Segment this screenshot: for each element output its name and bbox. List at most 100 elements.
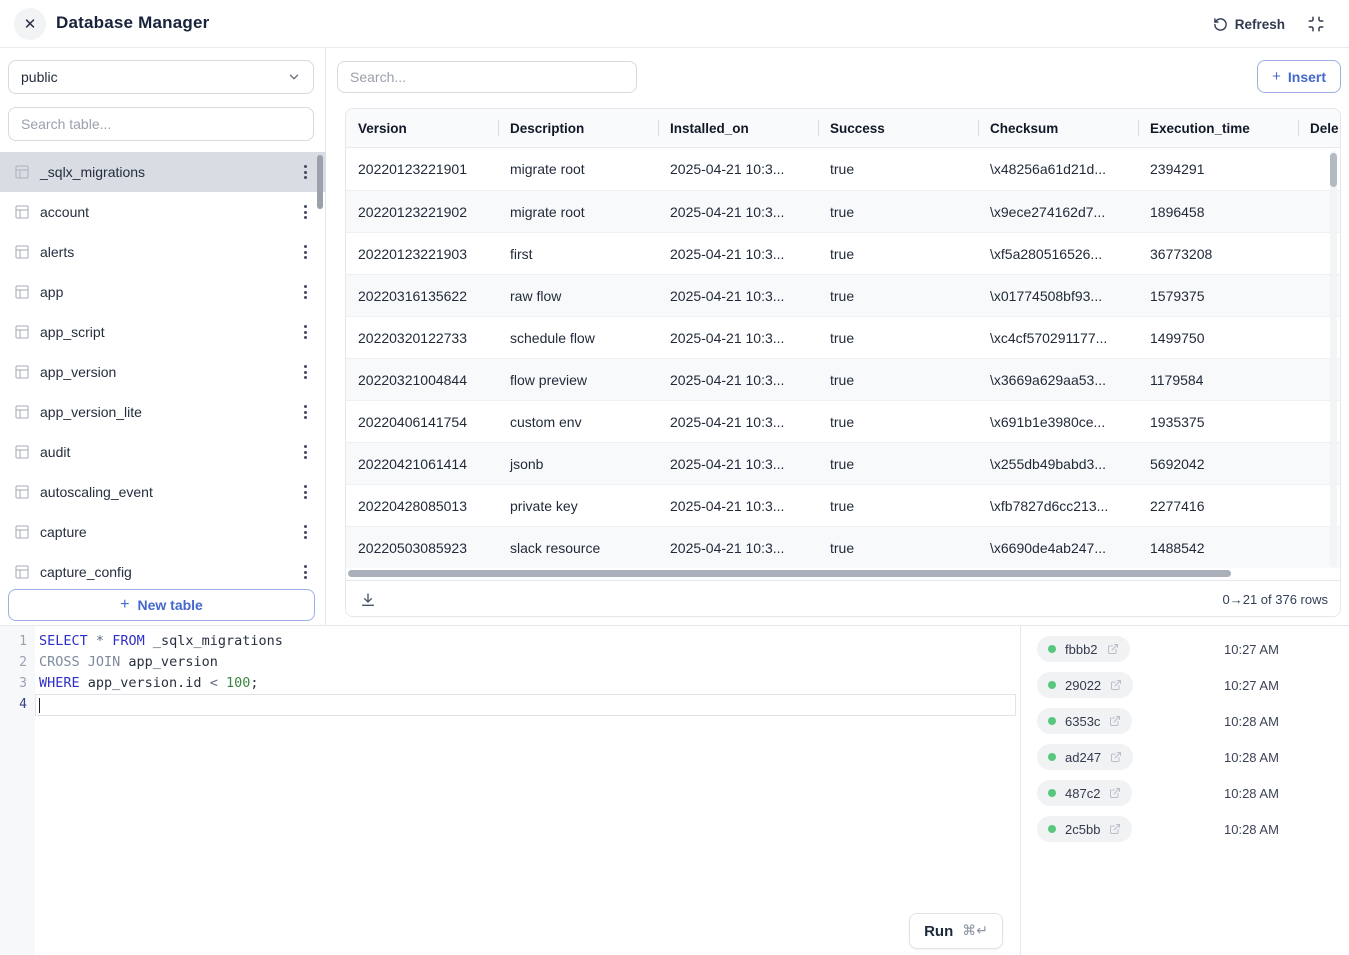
close-button[interactable]: ✕ [14,8,46,40]
sidebar-item-app_script[interactable]: app_script [0,312,326,352]
table-options-button[interactable] [294,521,316,543]
cell[interactable]: migrate root [498,148,658,190]
table-row[interactable]: 20220123221902migrate root2025-04-21 10:… [346,190,1341,232]
collapse-button[interactable] [1307,14,1327,34]
horizontal-scrollbar[interactable] [348,570,1340,577]
code-line-1[interactable]: SELECT * FROM _sqlx_migrations [35,631,1016,652]
cell[interactable]: custom env [498,401,658,442]
code-line-4[interactable] [35,694,1016,716]
cell[interactable]: 5692042 [1138,443,1298,484]
cell[interactable]: 2025-04-21 10:3... [658,359,818,400]
cell[interactable]: 20220503085923 [346,527,498,568]
download-button[interactable] [360,590,380,610]
cell[interactable]: 2025-04-21 10:3... [658,485,818,526]
table-row[interactable]: 20220421061414jsonb2025-04-21 10:3...tru… [346,442,1341,484]
code-line-3[interactable]: WHERE app_version.id < 100; [35,673,1016,694]
cell[interactable]: 2025-04-21 10:3... [658,191,818,232]
vertical-scrollbar-thumb[interactable] [1330,153,1337,187]
cell[interactable]: \x255db49babd3... [978,443,1138,484]
cell[interactable]: true [818,275,978,316]
cell[interactable]: 1499750 [1138,317,1298,358]
sidebar-item-alerts[interactable]: alerts [0,232,326,272]
cell[interactable]: true [818,233,978,274]
cell[interactable]: 1896458 [1138,191,1298,232]
query-pill-2c5bb[interactable]: 2c5bb [1037,816,1132,842]
cell[interactable]: slack resource [498,527,658,568]
table-row[interactable]: 20220316135622raw flow2025-04-21 10:3...… [346,274,1341,316]
sidebar-item-_sqlx_migrations[interactable]: _sqlx_migrations [0,152,326,192]
cell[interactable]: \x691b1e3980ce... [978,401,1138,442]
horizontal-scrollbar-thumb[interactable] [348,570,1231,577]
cell[interactable]: 2025-04-21 10:3... [658,401,818,442]
table-row[interactable]: 20220320122733schedule flow2025-04-21 10… [346,316,1341,358]
query-pill-ad247[interactable]: ad247 [1037,744,1133,770]
table-options-button[interactable] [294,361,316,383]
cell[interactable]: schedule flow [498,317,658,358]
vertical-scrollbar[interactable] [1330,151,1337,567]
cell[interactable]: \x6690de4ab247... [978,527,1138,568]
table-row[interactable]: 20220321004844flow preview2025-04-21 10:… [346,358,1341,400]
cell[interactable]: 2025-04-21 10:3... [658,233,818,274]
cell[interactable]: \x3669a629aa53... [978,359,1138,400]
insert-button[interactable]: + Insert [1257,60,1341,93]
cell[interactable]: 20220421061414 [346,443,498,484]
table-row[interactable]: 20220503085923slack resource2025-04-21 1… [346,526,1341,568]
table-options-button[interactable] [294,281,316,303]
cell[interactable]: 20220428085013 [346,485,498,526]
sidebar-item-app_version[interactable]: app_version [0,352,326,392]
cell[interactable]: true [818,148,978,190]
cell[interactable]: true [818,317,978,358]
cell[interactable]: 1179584 [1138,359,1298,400]
cell[interactable]: 20220320122733 [346,317,498,358]
cell[interactable]: 2394291 [1138,148,1298,190]
table-search-input[interactable] [8,107,314,141]
external-link-icon[interactable] [1107,643,1119,655]
cell[interactable]: 20220123221901 [346,148,498,190]
cell[interactable]: 20220123221903 [346,233,498,274]
table-options-button[interactable] [294,161,316,183]
run-button[interactable]: Run ⌘↵ [909,913,1003,949]
table-options-button[interactable] [294,441,316,463]
cell[interactable]: 20220321004844 [346,359,498,400]
table-options-button[interactable] [294,481,316,503]
code-area[interactable]: SELECT * FROM _sqlx_migrationsCROSS JOIN… [35,631,1016,716]
cell[interactable]: \xfb7827d6cc213... [978,485,1138,526]
code-line-2[interactable]: CROSS JOIN app_version [35,652,1016,673]
external-link-icon[interactable] [1109,823,1121,835]
cell[interactable]: migrate root [498,191,658,232]
refresh-button[interactable]: Refresh [1213,12,1285,36]
cell[interactable]: 1935375 [1138,401,1298,442]
cell[interactable]: 2025-04-21 10:3... [658,275,818,316]
table-row[interactable]: 20220123221901migrate root2025-04-21 10:… [346,148,1341,190]
external-link-icon[interactable] [1109,787,1121,799]
cell[interactable]: 20220123221902 [346,191,498,232]
sidebar-item-capture[interactable]: capture [0,512,326,552]
sidebar-item-account[interactable]: account [0,192,326,232]
cell[interactable]: true [818,485,978,526]
cell[interactable]: 20220316135622 [346,275,498,316]
sql-editor[interactable]: 1234 SELECT * FROM _sqlx_migrationsCROSS… [0,626,1020,955]
query-pill-6353c[interactable]: 6353c [1037,708,1132,734]
table-options-button[interactable] [294,201,316,223]
cell[interactable]: true [818,191,978,232]
table-options-button[interactable] [294,241,316,263]
sidebar-scrollbar[interactable] [317,155,323,209]
table-options-button[interactable] [294,321,316,343]
schema-select[interactable]: public [8,60,314,94]
query-pill-29022[interactable]: 29022 [1037,672,1133,698]
sidebar-item-capture_config[interactable]: capture_config [0,552,326,592]
table-row[interactable]: 20220428085013private key2025-04-21 10:3… [346,484,1341,526]
cell[interactable]: 2025-04-21 10:3... [658,317,818,358]
cell[interactable]: 2025-04-21 10:3... [658,148,818,190]
new-table-button[interactable]: + New table [8,589,315,621]
cell[interactable]: \xf5a280516526... [978,233,1138,274]
grid-search-input[interactable] [337,61,637,93]
table-options-button[interactable] [294,561,316,583]
cell[interactable]: 36773208 [1138,233,1298,274]
cell[interactable]: true [818,401,978,442]
external-link-icon[interactable] [1110,751,1122,763]
cell[interactable]: 1579375 [1138,275,1298,316]
cell[interactable]: true [818,527,978,568]
cell[interactable]: true [818,443,978,484]
sidebar-item-app_version_lite[interactable]: app_version_lite [0,392,326,432]
